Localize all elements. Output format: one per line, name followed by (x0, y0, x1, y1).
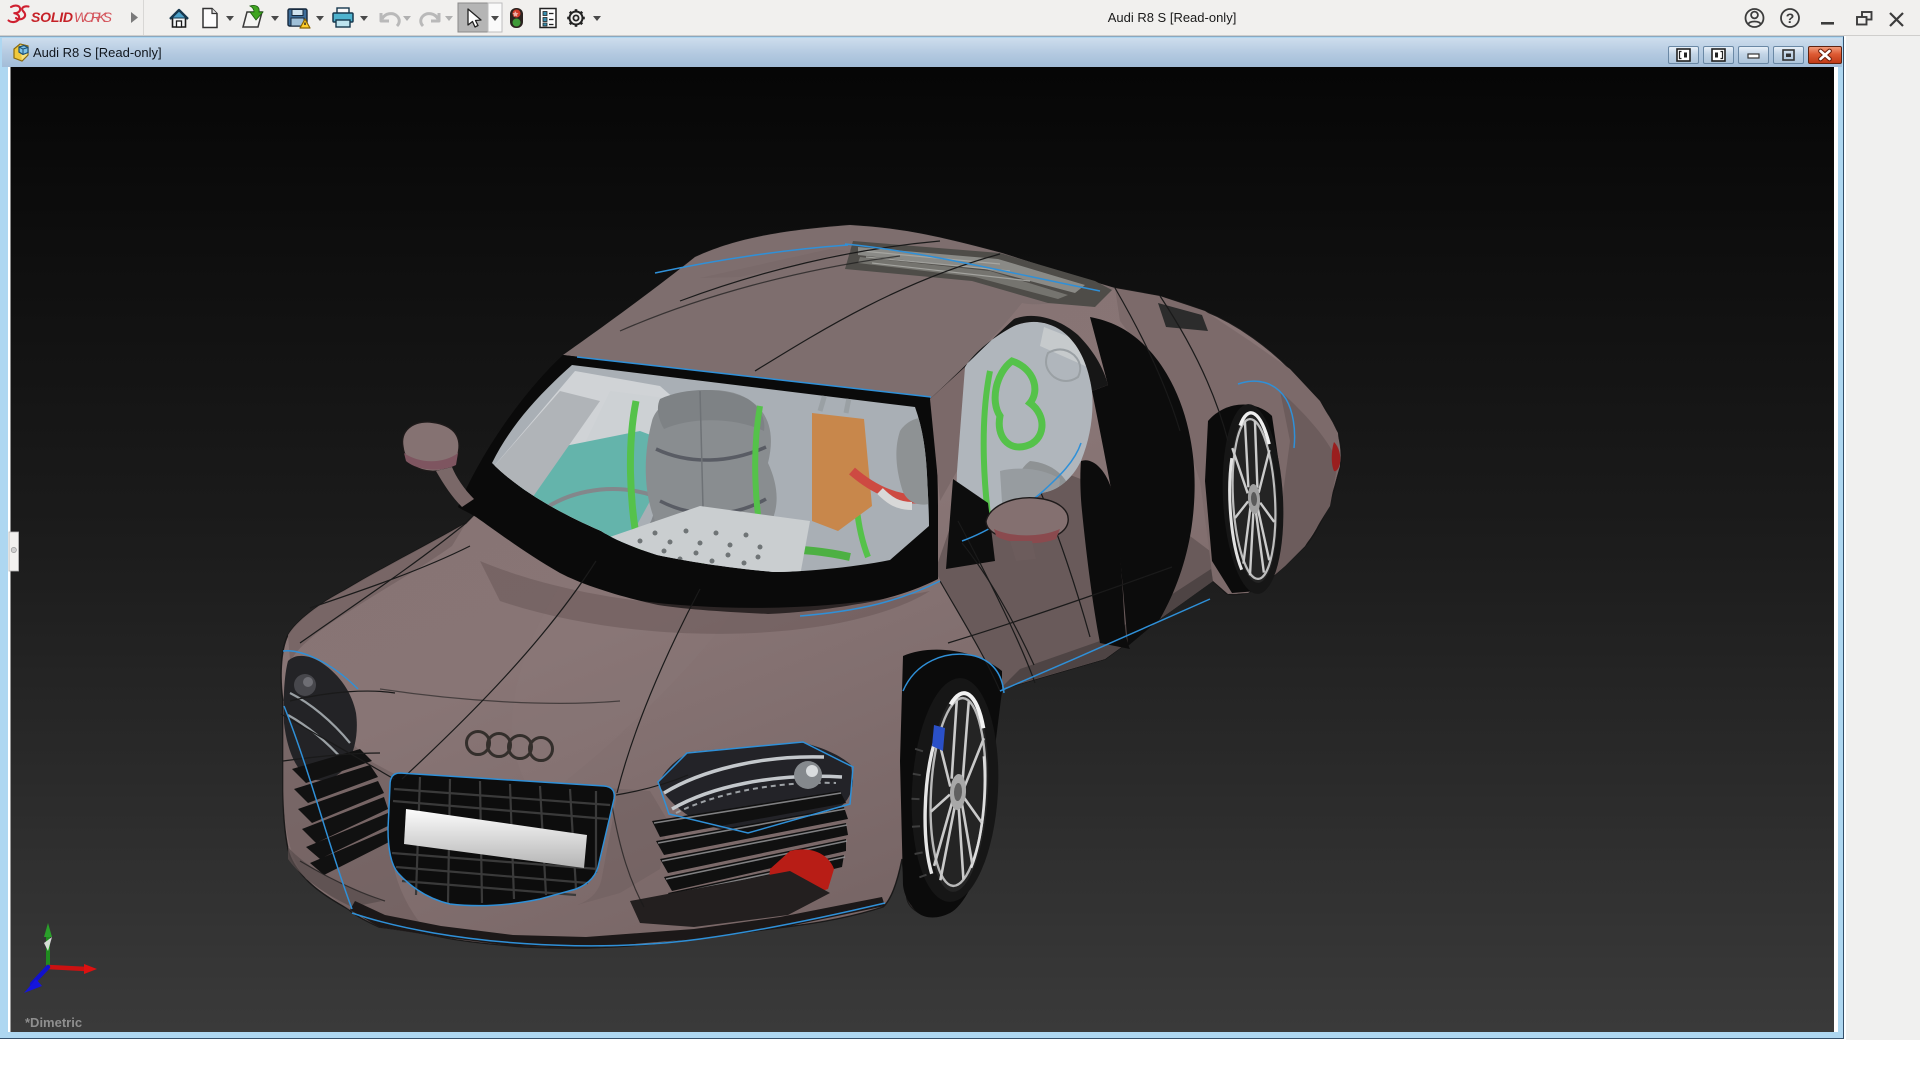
svg-text:SOLID: SOLID (31, 9, 73, 25)
svg-text:?: ? (1786, 10, 1795, 26)
svg-text:*Dimetric: *Dimetric (25, 1015, 82, 1030)
svg-text:WORKS: WORKS (74, 9, 113, 25)
svg-text:Audi R8 S [Read-only]: Audi R8 S [Read-only] (1108, 10, 1237, 25)
